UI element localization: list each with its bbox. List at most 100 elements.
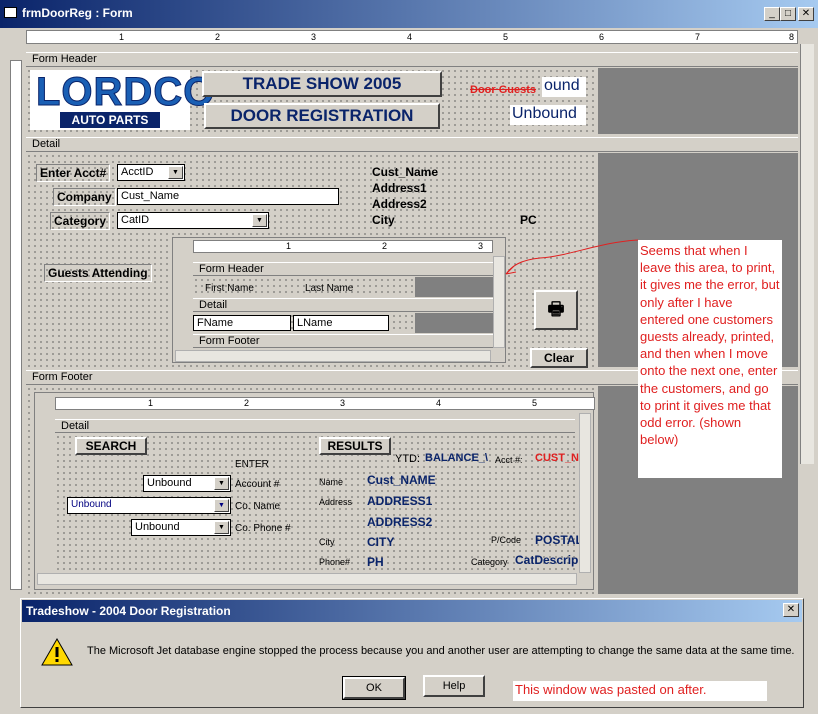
balance-field[interactable]: BALANCE_\ [425, 452, 488, 464]
footer-horizontal-scrollbar[interactable] [37, 573, 577, 585]
section-label: Detail [61, 420, 90, 432]
address2-field[interactable]: Address2 [372, 197, 427, 211]
footer-detail-bar[interactable]: Detail [55, 419, 575, 433]
form-header-bar[interactable]: Form Header [26, 52, 798, 67]
pc-field[interactable]: PC [520, 213, 537, 227]
catdesc-result[interactable]: CatDescrip [515, 553, 578, 567]
annotation-note: Seems that when I leave this area, to pr… [638, 240, 782, 478]
acct-value: AcctID [121, 166, 154, 178]
phone-label: Phone# [319, 557, 351, 567]
dialog-message: The Microsoft Jet database engine stoppe… [87, 645, 795, 657]
chevron-down-icon[interactable]: ▼ [252, 214, 267, 227]
guests-subform[interactable]: 1 2 3 Form Header First Name Last Name D… [172, 237, 506, 363]
account-label: Account # [235, 479, 280, 490]
ruler-mark: 3 [478, 241, 484, 251]
company-label: Company [53, 188, 116, 206]
unbound-header-field[interactable]: Unbound [510, 105, 586, 125]
postal-result[interactable]: POSTAL [535, 533, 583, 547]
unbound-value: Unbound [147, 477, 192, 489]
address1-result[interactable]: ADDRESS1 [367, 494, 432, 508]
cophone-search-combo[interactable]: Unbound ▼ [131, 519, 231, 536]
subform-detail-bar[interactable]: Detail [193, 298, 493, 312]
chevron-down-icon[interactable]: ▼ [214, 521, 229, 534]
unused-area [415, 313, 493, 333]
cust-name-result[interactable]: Cust_NAME [367, 473, 436, 487]
chevron-down-icon[interactable]: ▼ [168, 166, 183, 179]
subform-header-bar[interactable]: Form Header [193, 262, 493, 276]
search-subform[interactable]: 1 2 3 4 5 Detail SEARCH RESULTS ENTER Un… [34, 392, 595, 590]
category-value: CatID [121, 214, 150, 226]
cust-name-field[interactable]: Cust_Name [372, 165, 438, 179]
ruler-mark: 3 [311, 32, 317, 42]
unbound-value: Unbound [71, 499, 112, 510]
print-button[interactable]: 🖶 [534, 290, 578, 330]
coname-search-combo[interactable]: Unbound ▼ [67, 497, 231, 514]
vertical-scrollbar[interactable] [800, 44, 814, 464]
ok-button[interactable]: OK [342, 676, 406, 700]
printer-icon: 🖶 [547, 299, 565, 319]
company-field[interactable]: Cust_Name [117, 188, 339, 205]
city-field[interactable]: City [372, 213, 395, 227]
help-button[interactable]: Help [423, 675, 485, 697]
cophone-label: Co. Phone # [235, 523, 291, 534]
ruler-mark: 3 [340, 398, 346, 408]
lordco-logo: LORDCO AUTO PARTS [30, 70, 215, 130]
ruler-mark: 2 [215, 32, 221, 42]
ruler-mark: 4 [407, 32, 413, 42]
fname-field[interactable]: FName [193, 315, 291, 331]
section-label: Form Footer [199, 335, 260, 347]
ruler-mark: 1 [286, 241, 292, 251]
account-search-combo[interactable]: Unbound ▼ [143, 475, 231, 492]
pasted-note: This window was pasted on after. [513, 681, 767, 701]
maximize-button[interactable]: □ [780, 7, 796, 21]
coname-label: Co. Name [235, 501, 281, 512]
last-name-header: Last Name [305, 283, 354, 294]
city-label: City [319, 537, 335, 547]
unused-area [598, 68, 798, 134]
door-guests-label: Door Guests [470, 84, 537, 96]
footer-ruler: 1 2 3 4 5 [55, 397, 595, 410]
ruler-mark: 1 [119, 32, 125, 42]
cust-n-field[interactable]: CUST_N [535, 452, 579, 464]
dialog-title: Tradeshow - 2004 Door Registration [22, 600, 802, 622]
ruler-mark: 2 [382, 241, 388, 251]
address1-field[interactable]: Address1 [372, 181, 427, 195]
chevron-down-icon[interactable]: ▼ [214, 499, 229, 512]
minimize-button[interactable]: _ [764, 7, 780, 21]
unused-area [415, 277, 493, 297]
logo-subtext: AUTO PARTS [60, 112, 160, 128]
section-label: Form Header [32, 53, 97, 65]
chevron-down-icon[interactable]: ▼ [214, 477, 229, 490]
dialog-close-button[interactable]: ✕ [783, 603, 799, 617]
subform-horizontal-scrollbar[interactable] [175, 350, 491, 362]
ruler-mark: 6 [599, 32, 605, 42]
section-label: Form Footer [32, 371, 93, 383]
clear-button[interactable]: Clear [530, 348, 588, 368]
acct-combo[interactable]: AcctID ▼ [117, 164, 185, 181]
ruler-mark: 1 [148, 398, 154, 408]
category-combo[interactable]: CatID ▼ [117, 212, 269, 229]
title-door-registration: DOOR REGISTRATION [204, 103, 440, 129]
vertical-ruler [10, 60, 22, 590]
horizontal-ruler: 1 2 3 4 5 6 7 8 [26, 30, 798, 44]
section-label: Detail [32, 138, 61, 150]
ruler-mark: 2 [244, 398, 250, 408]
close-button[interactable]: ✕ [798, 7, 814, 21]
ruler-mark: 5 [503, 32, 509, 42]
title-trade-show: TRADE SHOW 2005 [202, 71, 442, 97]
city-result[interactable]: CITY [367, 535, 394, 549]
phone-result[interactable]: PH [367, 555, 384, 569]
enter-label: ENTER [235, 459, 269, 470]
search-button[interactable]: SEARCH [75, 437, 147, 455]
window-title: frmDoorReg : Form [22, 6, 133, 20]
ruler-mark: 7 [695, 32, 701, 42]
first-name-header: First Name [205, 283, 254, 294]
footer-vertical-scrollbar[interactable] [579, 413, 591, 573]
form-icon [4, 7, 17, 18]
address2-result[interactable]: ADDRESS2 [367, 515, 432, 529]
detail-bar[interactable]: Detail [26, 137, 798, 152]
lname-field[interactable]: LName [293, 315, 389, 331]
subform-footer-bar[interactable]: Form Footer [193, 334, 493, 348]
door-guests-field[interactable]: ound [542, 77, 586, 97]
results-button[interactable]: RESULTS [319, 437, 391, 455]
